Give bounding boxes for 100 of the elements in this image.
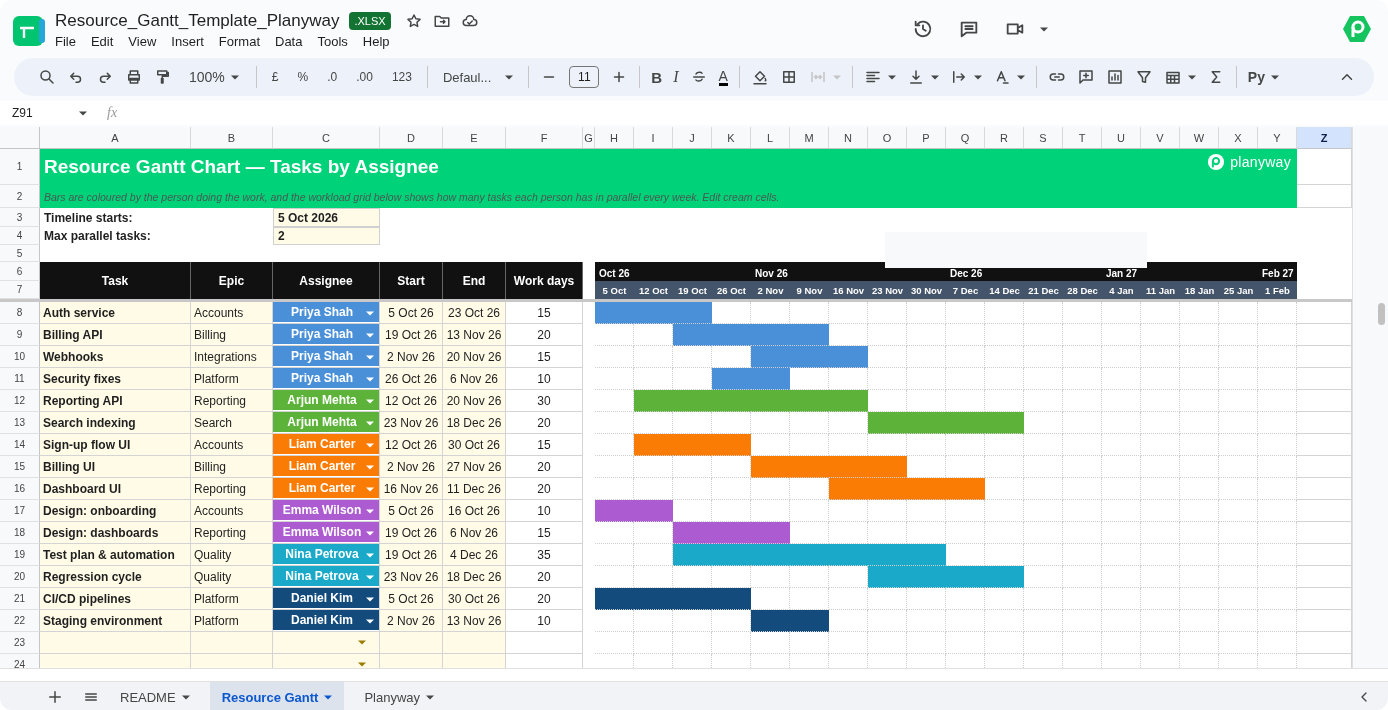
chart-icon[interactable]: [1105, 68, 1124, 86]
setting-value[interactable]: 2: [273, 227, 380, 245]
caret-icon[interactable]: [366, 531, 374, 536]
row-number[interactable]: 6: [0, 262, 40, 281]
search-icon[interactable]: [38, 68, 56, 86]
decrease-decimals-button[interactable]: .0: [323, 70, 342, 84]
caret-icon[interactable]: [324, 694, 333, 700]
column-header[interactable]: J: [673, 127, 712, 149]
addon-dropdown[interactable]: Py: [1247, 69, 1279, 85]
column-header[interactable]: R: [985, 127, 1024, 149]
caret-icon[interactable]: [505, 74, 514, 80]
setting-value[interactable]: 5 Oct 2026: [273, 208, 380, 227]
row-number[interactable]: 22: [0, 610, 40, 632]
row-number[interactable]: 9: [0, 324, 40, 346]
caret-icon[interactable]: [230, 74, 239, 80]
assignee-dropdown[interactable]: Daniel Kim: [273, 588, 379, 608]
fill-color-icon[interactable]: [750, 68, 769, 86]
caret-icon[interactable]: [1040, 26, 1048, 32]
column-header[interactable]: D: [380, 127, 443, 149]
caret-icon[interactable]: [887, 74, 896, 80]
column-header[interactable]: T: [1063, 127, 1102, 149]
text-color-button[interactable]: A: [718, 68, 728, 86]
column-header[interactable]: W: [1180, 127, 1219, 149]
column-header[interactable]: X: [1219, 127, 1258, 149]
filter-icon[interactable]: [1134, 68, 1153, 86]
row-number[interactable]: 15: [0, 456, 40, 478]
column-header[interactable]: G: [583, 127, 595, 149]
column-header[interactable]: H: [595, 127, 634, 149]
caret-icon[interactable]: [1016, 74, 1025, 80]
sheet-tab[interactable]: Resource Gantt: [209, 682, 345, 710]
column-header[interactable]: C: [273, 127, 380, 149]
row-number[interactable]: 12: [0, 390, 40, 412]
row-number[interactable]: 8: [0, 302, 40, 324]
column-header[interactable]: B: [191, 127, 273, 149]
column-header[interactable]: P: [907, 127, 946, 149]
print-icon[interactable]: [125, 68, 143, 86]
menu-item[interactable]: Data: [275, 34, 303, 49]
brand-logo-icon[interactable]: [1342, 14, 1372, 44]
row-number[interactable]: 13: [0, 412, 40, 434]
percent-button[interactable]: %: [293, 70, 313, 84]
currency-button[interactable]: £: [267, 70, 283, 84]
row-number[interactable]: 16: [0, 478, 40, 500]
sheet-tab[interactable]: Planyway: [352, 682, 447, 710]
column-header[interactable]: E: [443, 127, 506, 149]
zoom-dropdown[interactable]: 100%: [183, 69, 245, 85]
row-number[interactable]: 5: [0, 245, 40, 262]
column-header[interactable]: U: [1102, 127, 1141, 149]
row-number[interactable]: 19: [0, 544, 40, 566]
column-header[interactable]: Z: [1297, 127, 1352, 149]
sheet-tab[interactable]: README: [108, 682, 202, 710]
bold-button[interactable]: B: [651, 68, 663, 86]
number-format-button[interactable]: 123: [387, 70, 416, 84]
horizontal-scrollbar[interactable]: [0, 668, 1388, 681]
column-header[interactable]: L: [751, 127, 790, 149]
row-number[interactable]: 23: [0, 632, 40, 654]
caret-icon[interactable]: [78, 110, 87, 116]
row-number[interactable]: 21: [0, 588, 40, 610]
star-icon[interactable]: [404, 12, 423, 30]
row-number[interactable]: 11: [0, 368, 40, 390]
font-dropdown[interactable]: Defaul...: [438, 69, 518, 85]
font-size-field[interactable]: 11: [569, 66, 600, 88]
caret-icon[interactable]: [930, 74, 939, 80]
row-number[interactable]: 10: [0, 346, 40, 368]
menu-item[interactable]: Help: [362, 34, 390, 49]
column-header[interactable]: K: [712, 127, 751, 149]
menu-item[interactable]: Edit: [90, 34, 114, 49]
caret-icon[interactable]: [366, 597, 374, 602]
document-title[interactable]: Resource_Gantt_Template_Planyway: [55, 11, 340, 31]
row-number[interactable]: 14: [0, 434, 40, 456]
menu-item[interactable]: File: [55, 34, 76, 49]
assignee-dropdown[interactable]: Daniel Kim: [273, 610, 379, 630]
menu-item[interactable]: Insert: [171, 34, 204, 49]
menu-item[interactable]: Tools: [317, 34, 348, 49]
caret-icon[interactable]: [973, 74, 982, 80]
assignee-dropdown[interactable]: Emma Wilson: [273, 500, 379, 520]
row-number[interactable]: 17: [0, 500, 40, 522]
menu-item[interactable]: Format: [218, 34, 260, 49]
caret-icon[interactable]: [366, 619, 374, 624]
caret-icon[interactable]: [1270, 74, 1279, 80]
paint-format-icon[interactable]: [154, 68, 172, 86]
menu-item[interactable]: View: [128, 34, 157, 49]
add-sheet-icon[interactable]: [46, 688, 64, 706]
column-header[interactable]: F: [506, 127, 583, 149]
scrollbar-thumb[interactable]: [1378, 303, 1385, 325]
row-number[interactable]: 2: [0, 185, 40, 208]
italic-button[interactable]: I: [673, 68, 679, 86]
row-number[interactable]: 1: [0, 149, 40, 185]
row-number[interactable]: 20: [0, 566, 40, 588]
increase-decimals-button[interactable]: .00: [352, 70, 377, 84]
row-number[interactable]: 18: [0, 522, 40, 544]
app-logo-icon[interactable]: [13, 16, 45, 46]
column-header[interactable]: I: [634, 127, 673, 149]
caret-icon[interactable]: [1187, 74, 1196, 80]
column-header[interactable]: A: [40, 127, 191, 149]
row-number[interactable]: 7: [0, 281, 40, 299]
row-number[interactable]: 4: [0, 227, 40, 245]
caret-icon[interactable]: [366, 509, 374, 514]
column-header[interactable]: V: [1141, 127, 1180, 149]
column-header[interactable]: N: [829, 127, 868, 149]
column-header[interactable]: O: [868, 127, 907, 149]
